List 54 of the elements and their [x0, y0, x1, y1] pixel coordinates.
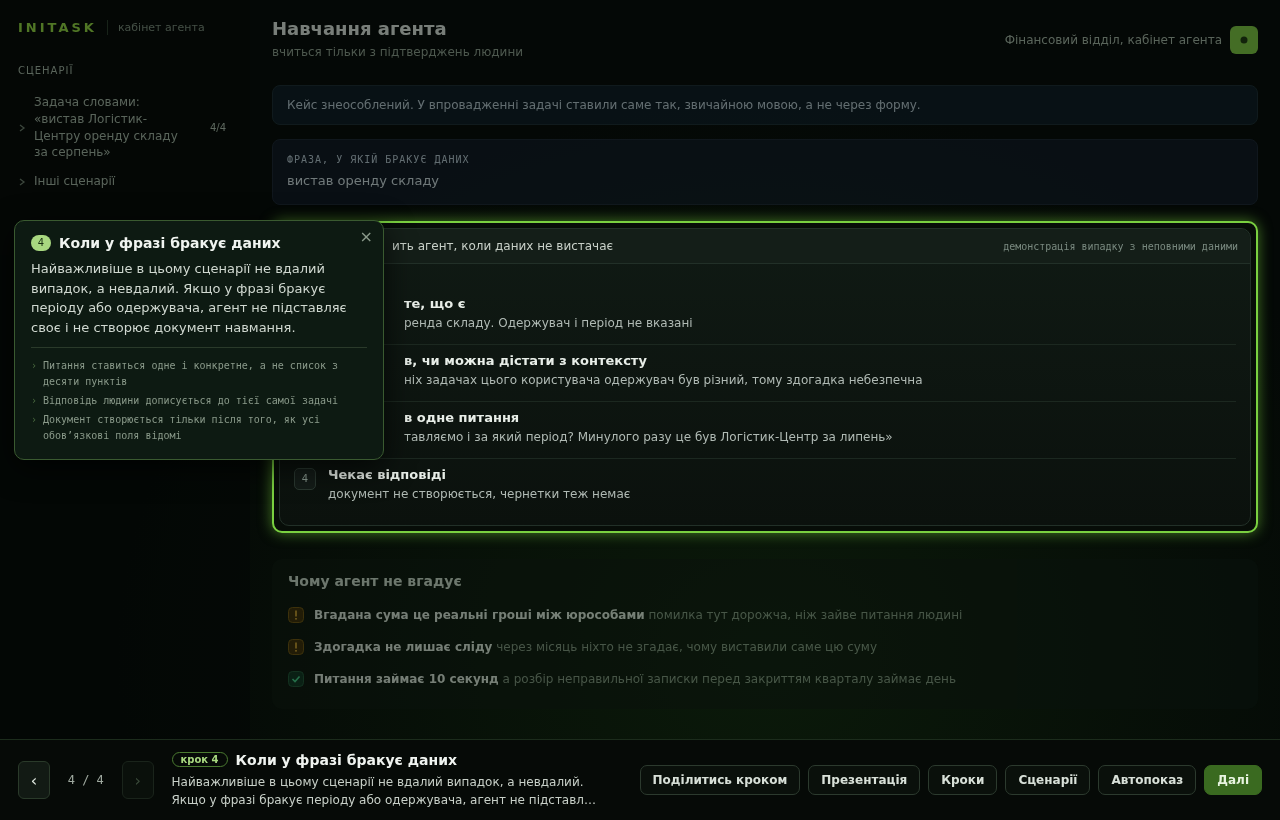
step-title: в одне питання — [404, 410, 521, 425]
step-title: те, що є — [404, 296, 467, 311]
step-number: 4 — [294, 468, 316, 490]
step-counter: 4 / 4 — [67, 773, 104, 787]
card-caption: демонстрація випадку з неповними даними — [1003, 240, 1238, 252]
section-label: СЦЕНАРІЇ — [18, 65, 75, 76]
step-description: документ не створюється, чернетки теж немає — [328, 487, 631, 501]
step-title: Чекає відповіді — [328, 467, 447, 482]
item-count: 4/4 — [210, 122, 227, 134]
page-subtitle: вчиться тільки з підтверджень людини — [272, 45, 524, 59]
dot-icon — [1239, 35, 1249, 45]
bullet-marker: › — [31, 394, 38, 408]
next-step-button[interactable]: Далі — [1204, 765, 1262, 795]
item-label: Задача словами: «вистав Логістик-Центру оренду складу за серпень» — [34, 94, 179, 162]
item-label: Інші сценарії — [34, 173, 117, 190]
bullet-marker: › — [31, 413, 38, 427]
notice-banner: Кейс знеособлений. У впровадженні задачі ставили саме так, звичайною мовою, а не через форму. — [272, 85, 1258, 125]
step-title: Коли у фразі бракує даних — [235, 751, 458, 768]
tour-button[interactable]: Сценарії — [1005, 765, 1091, 795]
previous-button[interactable]: ‹ — [18, 761, 50, 799]
point-text: Документ створюється тільки після того, як усі обов’язкові поля відомі — [43, 413, 321, 443]
reason-text: Питання займає 10 секунд а розбір неправильної записки перед закриттям кварталу займає день — [314, 672, 957, 686]
step-description: ніх задачах цього користувача одержувач був різний, тому здогадка небезпечна — [404, 373, 923, 387]
tour-button[interactable]: Презентація — [808, 765, 921, 795]
reason-text: Вгадана сума це реальні гроші між юрособами помилка тут дорожча, ніж зайве питання людині — [314, 608, 963, 622]
chevron-icon — [18, 177, 26, 186]
phrase-text: вистав оренду складу — [287, 173, 441, 188]
step-description: тавляємо і за який період? Минулого разу це був Логістик-Центр за липень» — [404, 430, 893, 444]
point-text: Відповідь людини дописується до тієї самої задачі — [43, 394, 339, 408]
brand-logo: INITASK — [18, 20, 108, 35]
popover-title: Коли у фразі бракує даних — [59, 235, 281, 251]
avatar-button[interactable] — [1230, 26, 1258, 54]
step-description: Найважливіше в цьому сценарії не вдалий випадок, а невдалий. Якщо у фразі бракує періоду або одержувача, агент не підставл… — [171, 773, 597, 809]
page-title: Навчання агента — [272, 18, 448, 39]
check-icon — [288, 671, 304, 687]
tour-button[interactable]: Поділитись кроком — [639, 765, 801, 795]
popover-text: Найважливіше в цьому сценарії не вдалий випадок, а невдалий. Якщо у фразі бракує періоду або одержувача, агент не підставляє своє і не створює документ навмання. — [31, 259, 367, 348]
brand-subtitle: кабінет агента — [117, 21, 205, 34]
point-text: Питання ставиться одне і конкретне, а не список з десяти пунктів — [43, 359, 340, 389]
card-title: ить агент, коли даних не вистачає — [392, 239, 614, 253]
bullet-marker: › — [31, 359, 38, 373]
step-description: ренда складу. Одержувач і період не вказані — [404, 316, 693, 330]
step-badge: 4 — [31, 235, 51, 251]
warning-icon — [288, 607, 304, 623]
tour-button[interactable]: Автопоказ — [1098, 765, 1197, 795]
account-label: Фінансовий відділ, кабінет агента — [1004, 33, 1222, 47]
tour-button[interactable]: Кроки — [928, 765, 998, 795]
phrase-label: ФРАЗА, У ЯКІЙ БРАКУЄ ДАНИХ — [287, 154, 471, 165]
step-title: в, чи можна дістати з контексту — [404, 353, 648, 368]
section-title: Чому агент не вгадує — [288, 573, 463, 589]
chevron-icon — [18, 123, 26, 132]
warning-icon — [288, 639, 304, 655]
reason-text: Здогадка не лишає сліду через місяць ніхто не згадає, чому виставили саме цю суму — [314, 640, 878, 654]
close-button[interactable]: × — [357, 227, 375, 246]
